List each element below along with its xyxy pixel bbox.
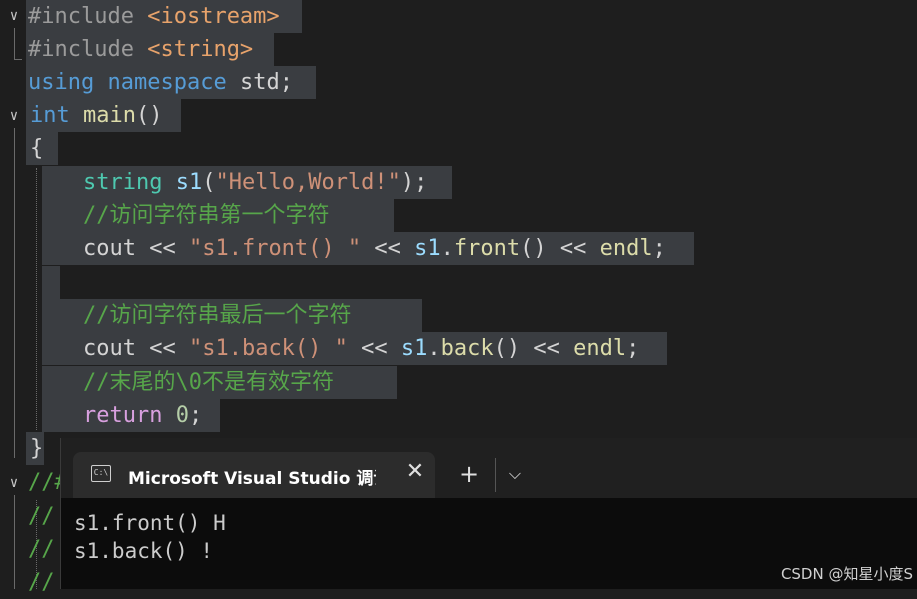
code-line: //: [28, 500, 55, 533]
fold-guide: [14, 59, 22, 60]
fold-chevron-icon[interactable]: ∨: [4, 6, 24, 26]
code-line: #include <iostream>: [28, 0, 280, 33]
divider: [495, 458, 496, 492]
close-icon[interactable]: ✕: [403, 460, 427, 484]
operator: <<: [135, 336, 189, 361]
punctuation: (): [493, 336, 521, 361]
code-line: using namespace std;: [28, 66, 293, 99]
comment: //: [28, 504, 55, 529]
code-line: //: [28, 566, 55, 599]
punctuation: (): [135, 103, 163, 128]
punctuation: (): [520, 236, 547, 261]
comment: //末尾的\0不是有效字符: [83, 370, 334, 395]
function-name: endl: [573, 336, 627, 361]
comment: //: [28, 537, 55, 562]
keyword: return: [83, 403, 163, 428]
function-name: front: [453, 236, 521, 261]
keyword: namespace: [107, 70, 227, 95]
variable: s1: [175, 170, 203, 195]
comment: //访问字符串最后一个字符: [83, 303, 352, 328]
indent-guide: [36, 168, 37, 430]
code-line: int main(): [30, 99, 162, 132]
operator: <<: [135, 236, 189, 261]
punctuation: ;: [188, 403, 203, 428]
terminal-output-line: s1.back() !: [74, 539, 214, 563]
type-name: string: [83, 170, 163, 195]
comment: //: [28, 570, 55, 595]
string-literal: "Hello,World!": [215, 170, 401, 195]
punctuation: .: [427, 336, 441, 361]
include-target: <iostream>: [147, 4, 280, 29]
operator: <<: [361, 236, 415, 261]
comment: //访问字符串第一个字符: [83, 203, 330, 228]
function-name: back: [440, 336, 494, 361]
terminal-icon: C:\: [91, 465, 111, 482]
fold-chevron-icon[interactable]: ∨: [4, 473, 24, 493]
variable: s1: [400, 336, 428, 361]
fold-guide: [14, 495, 15, 589]
terminal-tab[interactable]: C:\ Microsoft Visual Studio 调试控制台 ✕: [73, 452, 435, 498]
code-line: //访问字符串最后一个字符: [83, 299, 352, 332]
brace: {: [30, 136, 44, 161]
code-line: //: [28, 533, 55, 566]
code-line: //末尾的\0不是有效字符: [83, 366, 334, 399]
punctuation: ;: [652, 236, 666, 261]
punctuation: ;: [626, 336, 640, 361]
punctuation: );: [400, 170, 428, 195]
punctuation: (: [202, 170, 216, 195]
operator: <<: [347, 336, 401, 361]
code-line: string s1("Hello,World!");: [83, 166, 427, 199]
watermark: CSDN @知星小度S: [780, 565, 913, 583]
code-line: cout << "s1.back() " << s1.back() << end…: [83, 332, 639, 365]
preprocessor-directive: #include: [28, 4, 134, 29]
include-target: <string>: [147, 37, 254, 62]
code-line: #include <string>: [28, 33, 253, 66]
chevron-down-icon[interactable]: ⌵: [504, 463, 526, 485]
terminal-tab-strip: C:\ Microsoft Visual Studio 调试控制台 ✕ + ⌵: [61, 438, 917, 498]
function-name: main: [83, 103, 136, 128]
identifier: cout: [83, 336, 136, 361]
number-literal: 0: [175, 403, 189, 428]
operator: <<: [520, 336, 574, 361]
terminal-output-line: s1.front() H: [74, 511, 226, 535]
punctuation: .: [440, 236, 454, 261]
fold-guide: [14, 128, 15, 458]
operator: <<: [546, 236, 600, 261]
identifier: cout: [83, 236, 136, 261]
code-line: cout << "s1.front() " << s1.front() << e…: [83, 232, 666, 265]
keyword: int: [30, 103, 70, 128]
new-tab-button[interactable]: +: [457, 462, 481, 486]
identifier: std;: [239, 70, 293, 95]
string-literal: "s1.front() ": [188, 236, 362, 261]
code-line: return 0;: [83, 399, 202, 432]
variable: s1: [414, 236, 441, 261]
selection-highlight: [42, 266, 60, 299]
code-line: }: [30, 432, 43, 465]
tab-title: Microsoft Visual Studio 调试控制台: [128, 469, 376, 489]
keyword: using: [28, 70, 95, 95]
fold-chevron-icon[interactable]: ∨: [4, 106, 24, 126]
preprocessor-directive: #include: [28, 37, 134, 62]
fold-guide: [14, 28, 15, 60]
code-line: {: [30, 132, 43, 165]
code-line: //访问字符串第一个字符: [83, 199, 330, 232]
brace: }: [30, 436, 44, 461]
function-name: endl: [599, 236, 653, 261]
string-literal: "s1.back() ": [188, 336, 348, 361]
